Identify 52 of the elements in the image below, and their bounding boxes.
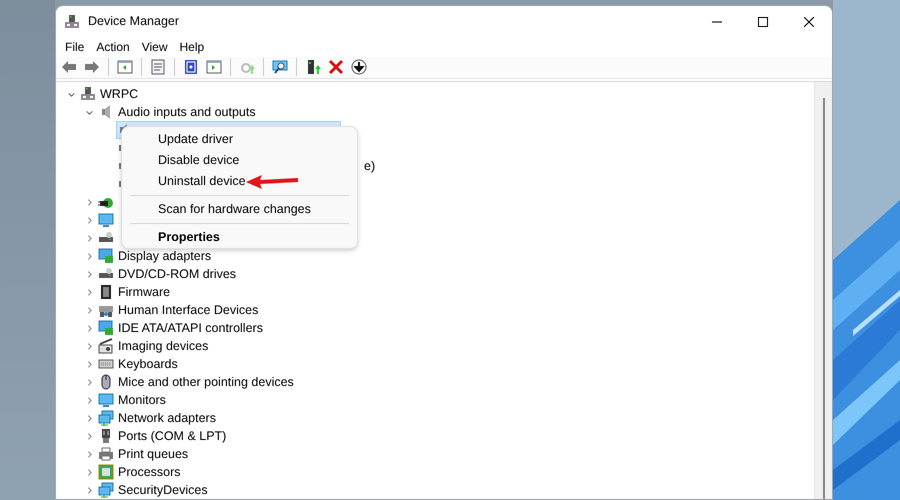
network-icon [98,482,114,498]
menu-item[interactable]: Uninstall device [122,171,357,192]
monitor-icon [98,392,114,408]
menu-item[interactable]: File [60,38,90,56]
tree-item-label[interactable]: WRPC [100,84,138,104]
menu-item[interactable]: Action [91,38,135,56]
help-book-icon [183,59,199,76]
monitor-icon [98,212,114,228]
menu-item[interactable]: Disable device [122,150,357,171]
tree-item-label[interactable]: Ports (COM & LPT) [118,426,226,446]
action-pane-icon [206,59,222,76]
tree-item-label[interactable]: DVD/CD-ROM drives [118,264,236,284]
tree-item-label[interactable]: Keyboards [118,354,178,374]
tree-item-label[interactable]: Print queues [118,444,188,464]
tree-item-label[interactable]: Human Interface Devices [118,300,258,320]
network-icon [98,410,114,426]
scrollbar[interactable] [814,82,832,499]
back-arrow-icon [61,59,77,76]
camera-icon [98,338,114,354]
tree-item-label[interactable]: Monitors [118,390,166,410]
display-card-icon [98,248,114,264]
device-icon [64,14,80,30]
printer-icon [98,446,114,462]
properties-icon [150,59,166,76]
menu-item[interactable]: Help [174,38,210,56]
computer-icon [80,86,96,102]
processor-icon [98,464,114,480]
menu-item[interactable]: Update driver [122,129,357,150]
uninstall-x-icon [328,59,344,76]
tree-item-label[interactable]: Imaging devices [118,336,208,356]
menu-item[interactable]: View [136,38,172,56]
tree-item-label[interactable]: Audio inputs and outputs [118,102,256,122]
device-enable-icon [305,59,321,76]
tree-item-label[interactable]: SecurityDevices [118,480,208,500]
console-tree-icon [117,59,133,76]
forward-arrow-icon [84,59,100,76]
menu-item[interactable]: Scan for hardware changes [122,199,357,220]
tree-item-label[interactable]: Display adapters [118,246,212,266]
maximize-icon [758,16,768,26]
tree-item-label[interactable]: Processors [118,462,181,482]
tree-item-label[interactable]: Mice and other pointing devices [118,372,294,392]
tree-item-label[interactable]: Firmware [118,282,170,302]
tree-item-label[interactable]: IDE ATA/ATAPI controllers [118,318,263,338]
menu-item[interactable]: Properties [122,227,357,248]
close-icon [804,16,814,26]
tree-item-label[interactable]: Network adapters [118,408,216,428]
chip-icon [98,284,114,300]
window-title: Device Manager [88,13,180,30]
down-arrow-button[interactable] [349,57,369,78]
display-card-icon [98,320,114,336]
scan-monitor-icon [272,59,288,76]
tree-item-label[interactable]: e) [364,156,376,176]
